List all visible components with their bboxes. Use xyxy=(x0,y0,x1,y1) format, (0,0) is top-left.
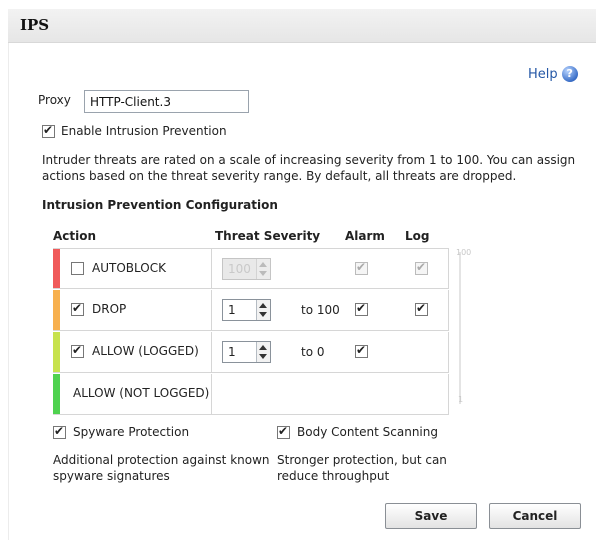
drop-severity-value[interactable]: 1 xyxy=(228,303,236,317)
proxy-input[interactable] xyxy=(84,90,249,113)
allow-logged-range-text: to 0 xyxy=(301,345,325,359)
title-bar: IPS xyxy=(8,9,596,43)
spyware-label: Spyware Protection xyxy=(73,425,190,439)
cancel-button[interactable]: Cancel xyxy=(489,503,581,529)
allow-logged-severity-value[interactable]: 1 xyxy=(228,345,236,359)
body-scan-checkbox[interactable] xyxy=(277,424,290,439)
chevron-up-icon[interactable] xyxy=(259,345,267,350)
allow-logged-severity-stepper[interactable]: 1 xyxy=(222,341,271,363)
table-row-allow-logged: ALLOW (LOGGED) 1 to 0 xyxy=(53,332,449,373)
table-row-autoblock: AUTOBLOCK 100 xyxy=(53,248,449,289)
drop-range-text: to 100 xyxy=(301,303,340,317)
proxy-label: Proxy xyxy=(38,93,71,107)
chevron-down-icon xyxy=(259,271,267,276)
autoblock-severity-stepper: 100 xyxy=(222,258,271,280)
drop-severity-stepper[interactable]: 1 xyxy=(222,299,271,321)
drop-checkbox[interactable] xyxy=(71,301,84,316)
enable-ips-row[interactable]: Enable Intrusion Prevention xyxy=(42,123,227,138)
header-severity: Threat Severity xyxy=(215,229,321,243)
enable-ips-label: Enable Intrusion Prevention xyxy=(61,124,227,138)
chevron-down-icon[interactable] xyxy=(259,312,267,317)
help-label[interactable]: Help xyxy=(528,67,558,82)
chevron-up-icon xyxy=(259,262,267,267)
allow-logged-label: ALLOW (LOGGED) xyxy=(92,344,199,358)
severity-color-bar xyxy=(53,249,60,288)
header-action: Action xyxy=(53,229,97,243)
chevron-up-icon[interactable] xyxy=(259,303,267,308)
spyware-option[interactable]: Spyware Protection xyxy=(53,424,190,439)
chevron-down-icon[interactable] xyxy=(259,354,267,359)
column-divider xyxy=(211,290,212,330)
config-title: Intrusion Prevention Configuration xyxy=(42,198,278,212)
drop-label: DROP xyxy=(92,302,127,316)
slider-max-label: 100 xyxy=(456,248,472,257)
autoblock-action[interactable]: AUTOBLOCK xyxy=(71,261,166,275)
enable-ips-checkbox[interactable] xyxy=(42,123,55,138)
allow-not-logged-label: ALLOW (NOT LOGGED) xyxy=(73,386,210,400)
severity-slider-track[interactable] xyxy=(459,252,461,404)
column-divider xyxy=(211,374,212,414)
autoblock-checkbox[interactable] xyxy=(71,261,84,275)
column-divider xyxy=(211,332,212,372)
autoblock-log-checkbox xyxy=(415,260,428,275)
severity-color-bar xyxy=(53,332,60,372)
slider-min-label: 1 xyxy=(458,395,464,404)
spyware-description: Additional protection against known spyw… xyxy=(53,453,270,483)
autoblock-label: AUTOBLOCK xyxy=(92,261,166,275)
stepper-buttons[interactable] xyxy=(256,342,270,362)
autoblock-alarm-checkbox xyxy=(355,260,368,275)
severity-color-bar xyxy=(53,290,60,330)
help-icon[interactable]: ? xyxy=(561,66,578,82)
allow-logged-action[interactable]: ALLOW (LOGGED) xyxy=(71,343,199,358)
body-scan-option[interactable]: Body Content Scanning xyxy=(277,424,438,439)
table-row-drop: DROP 1 to 100 xyxy=(53,290,449,331)
column-divider xyxy=(211,249,212,288)
stepper-buttons xyxy=(256,259,270,279)
stepper-buttons[interactable] xyxy=(256,300,270,320)
body-scan-label: Body Content Scanning xyxy=(297,425,438,439)
body-scan-description: Stronger protection, but can reduce thro… xyxy=(277,453,447,483)
table-header: Action Threat Severity Alarm Log xyxy=(53,222,449,248)
allow-not-logged-action: ALLOW (NOT LOGGED) xyxy=(73,386,209,400)
table-row-allow-not-logged: ALLOW (NOT LOGGED) xyxy=(53,374,449,415)
header-alarm: Alarm xyxy=(345,229,385,243)
spyware-checkbox[interactable] xyxy=(53,424,66,439)
window-title: IPS xyxy=(20,16,50,34)
header-log: Log xyxy=(405,229,430,243)
drop-action[interactable]: DROP xyxy=(71,301,127,316)
severity-description: Intruder threats are rated on a scale of… xyxy=(42,153,576,183)
help-link[interactable]: Help ? xyxy=(528,66,578,82)
save-button[interactable]: Save xyxy=(385,503,477,529)
drop-alarm-checkbox[interactable] xyxy=(355,301,368,316)
autoblock-severity-value: 100 xyxy=(228,262,251,276)
severity-color-bar xyxy=(53,374,60,414)
allow-logged-checkbox[interactable] xyxy=(71,343,84,358)
drop-log-checkbox[interactable] xyxy=(415,301,428,316)
allow-logged-alarm-checkbox[interactable] xyxy=(355,343,368,358)
